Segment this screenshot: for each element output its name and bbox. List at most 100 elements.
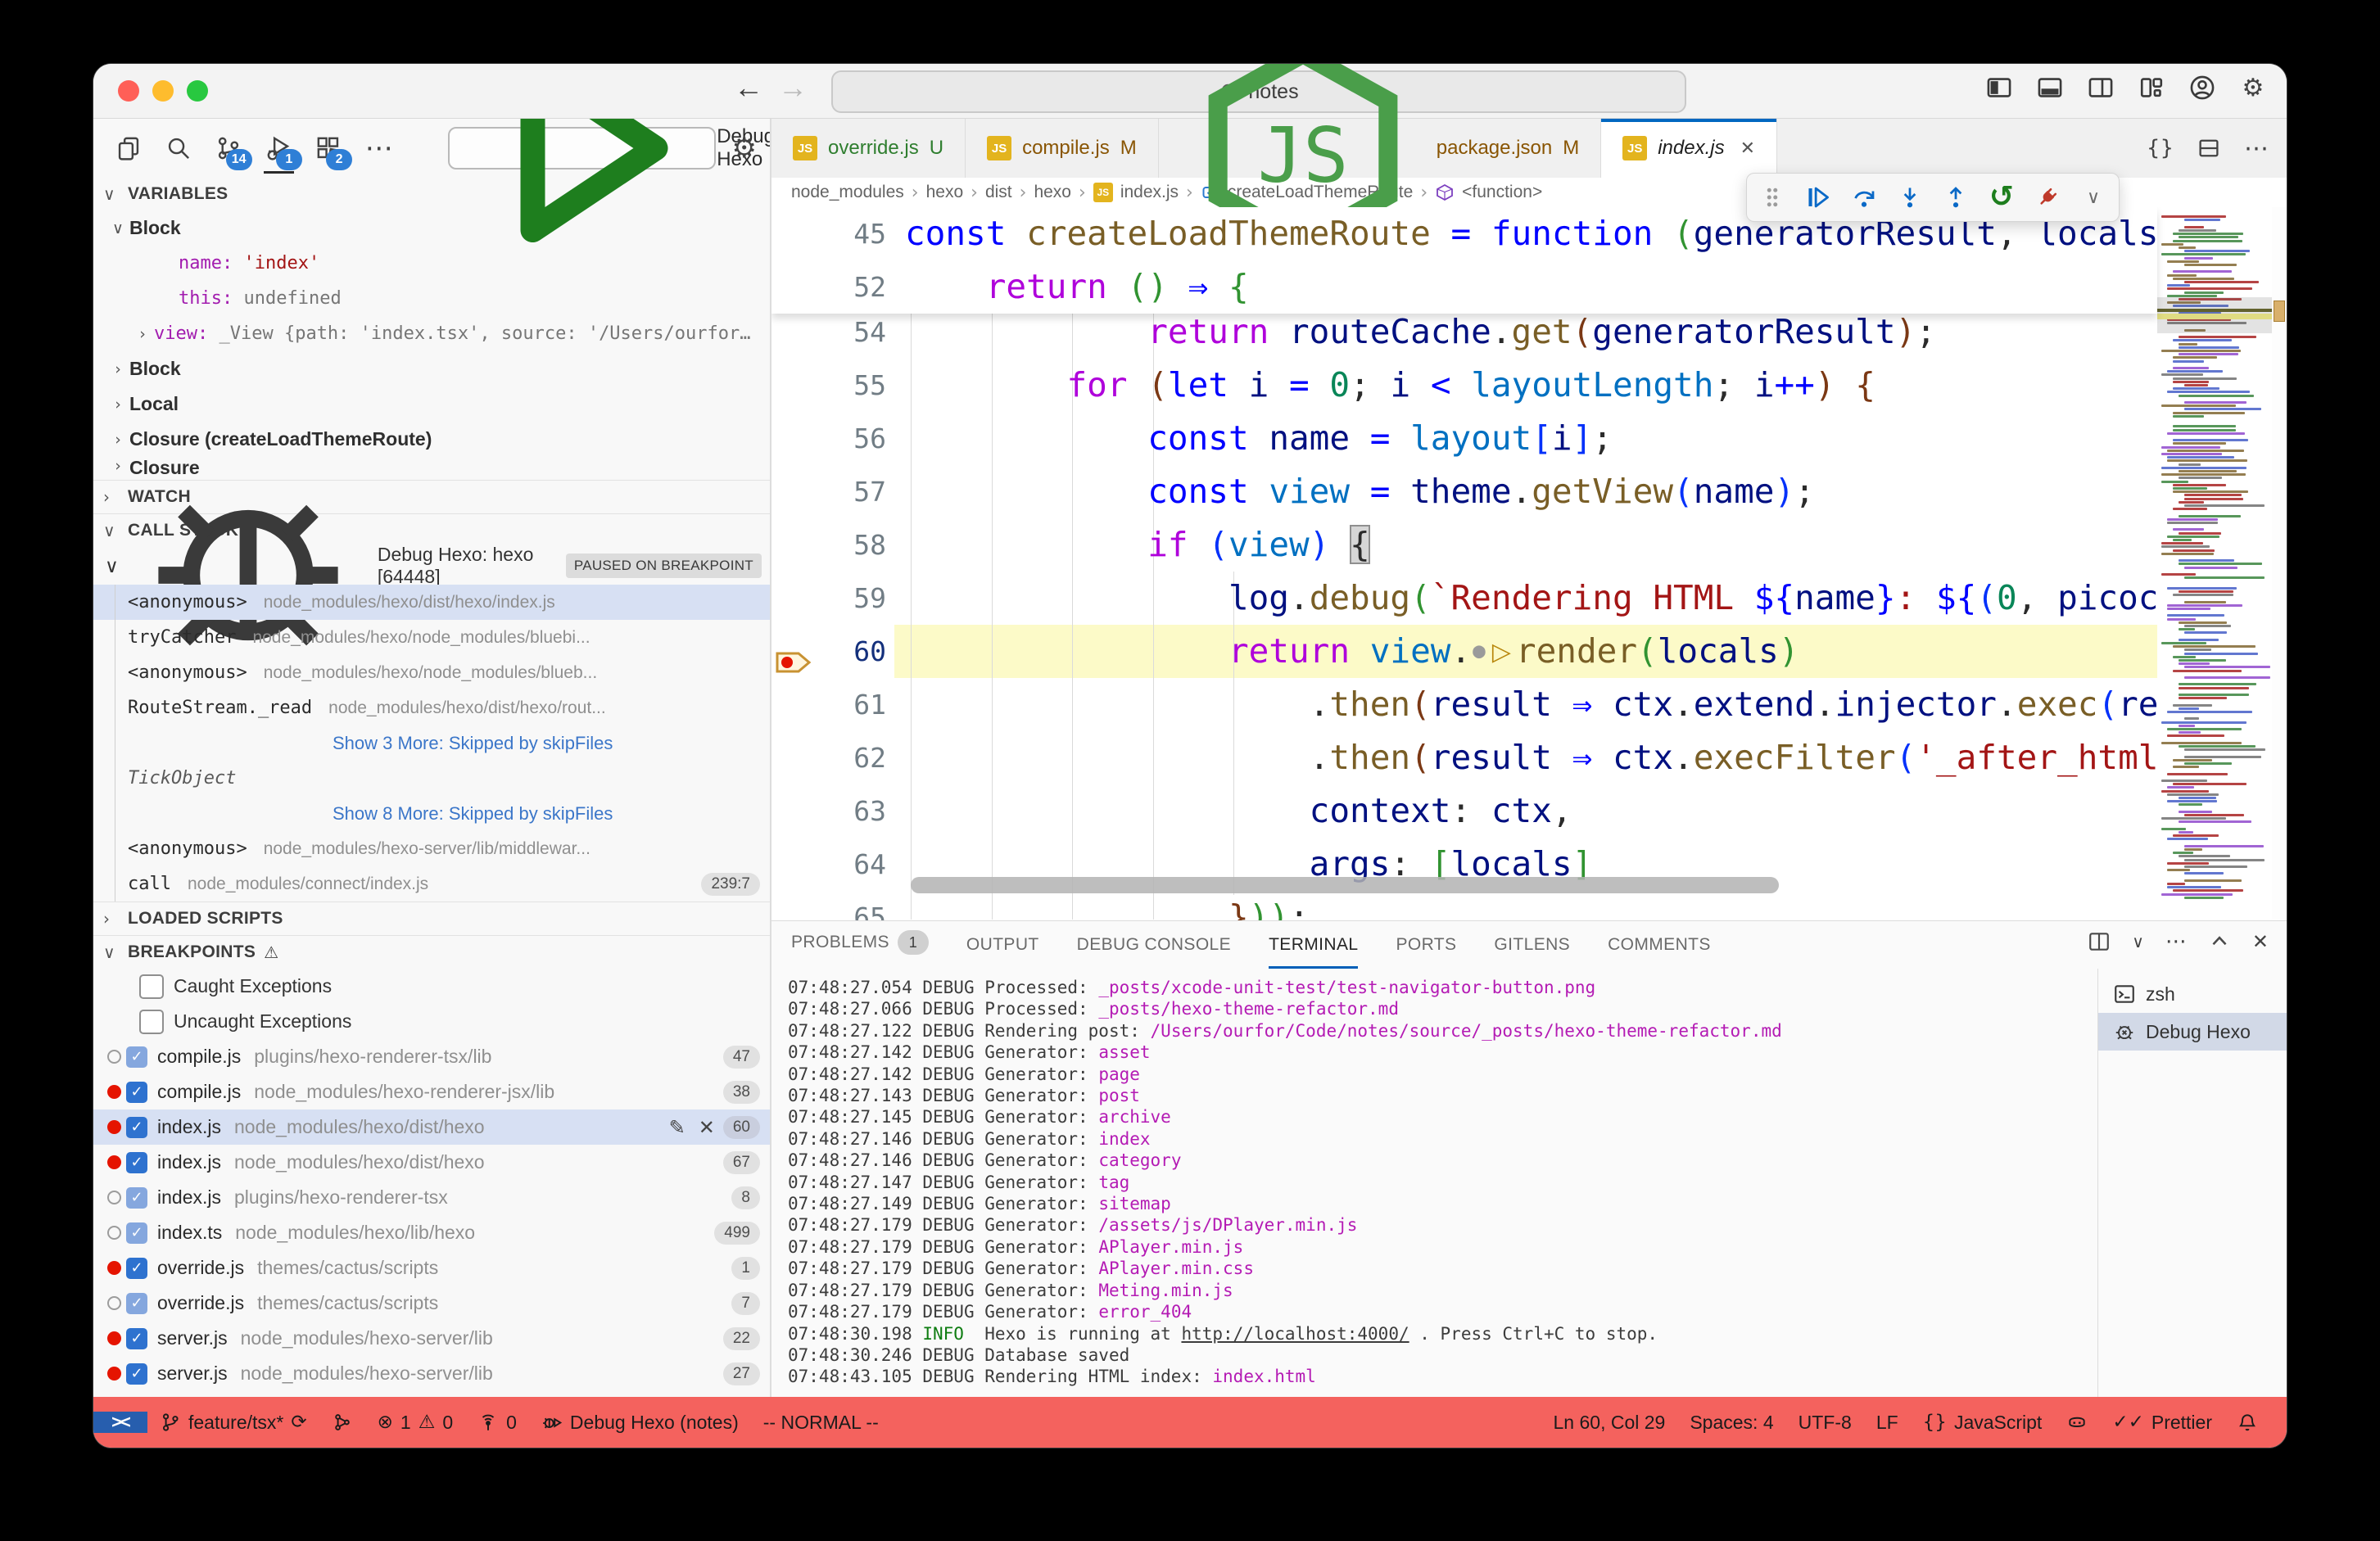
breakpoint-row[interactable]: ✓server.jsnode_modules/hexo-server/lib27 (93, 1356, 770, 1391)
ports[interactable]: 0 (465, 1397, 529, 1448)
minimize-window-button[interactable] (152, 80, 174, 102)
checkbox[interactable]: ✓ (126, 1258, 147, 1279)
settings-button[interactable]: ⚙ (2239, 74, 2267, 102)
breadcrumb-function[interactable]: <function> (1462, 183, 1542, 202)
activity-item-search[interactable] (161, 131, 195, 165)
session-zsh[interactable]: zsh (2098, 975, 2287, 1013)
checkbox[interactable]: ✓ (126, 1363, 147, 1385)
checkbox[interactable] (139, 1010, 164, 1034)
breakpoint-row[interactable]: ✓index.jsnode_modules/hexo/dist/hexo✎✕60 (93, 1109, 770, 1145)
checkbox[interactable]: ✓ (126, 1293, 147, 1314)
panel-tab-comments[interactable]: COMMENTS (1608, 935, 1711, 969)
breadcrumb-item[interactable]: node_modules (791, 183, 904, 202)
breakpoint-row[interactable]: ✓index.jsplugins/hexo-renderer-tsx8 (93, 1180, 770, 1215)
restart-button[interactable]: ↺ (1988, 183, 2016, 211)
tab-index-js[interactable]: JSindex.js✕ (1601, 119, 1777, 178)
step-into-button[interactable] (1896, 183, 1924, 211)
panel-tab-terminal[interactable]: TERMINAL (1269, 935, 1358, 969)
zoom-window-button[interactable] (187, 80, 208, 102)
terminal-output[interactable]: 07:48:27.054 DEBUG Processed: _posts/xco… (771, 969, 2097, 1397)
panel-tab-ports[interactable]: PORTS (1396, 935, 1456, 969)
disconnect-button[interactable] (2034, 183, 2061, 211)
forward-button[interactable]: → (775, 70, 811, 105)
stack-frame-row[interactable]: Show 8 More: Skipped by skipFiles (93, 796, 770, 831)
stack-frame-row[interactable]: <anonymous>node_modules/hexo/node_module… (93, 655, 770, 690)
notifications[interactable] (2224, 1397, 2270, 1448)
step-over-button[interactable] (1850, 183, 1878, 211)
checkbox[interactable]: ✓ (126, 1046, 147, 1068)
stack-frame-row[interactable]: <anonymous>node_modules/hexo/dist/hexo/i… (93, 585, 770, 620)
continue-button[interactable] (1804, 183, 1832, 211)
language[interactable]: {}JavaScript (1911, 1397, 2055, 1448)
edit-breakpoint-button[interactable]: ✎ (669, 1116, 685, 1139)
panel-more-actions-button[interactable]: ⋯ (2165, 929, 2187, 954)
activity-item-source-control[interactable]: 14 (211, 131, 245, 165)
breadcrumb-file[interactable]: index.js (1120, 183, 1179, 202)
exception-toggle-row[interactable]: Uncaught Exceptions (93, 1004, 770, 1039)
activity-item-more[interactable]: ⋯ (362, 131, 396, 165)
step-out-button[interactable] (1942, 183, 1970, 211)
activity-item-extensions[interactable]: 2 (312, 131, 346, 165)
stack-frame-row[interactable]: Show 3 More: Skipped by skipFiles (93, 725, 770, 761)
breakpoint-paused-icon[interactable] (775, 638, 812, 664)
run-config-dropdown[interactable]: Debug Hexo∨ (448, 127, 715, 169)
activity-item-explorer[interactable] (111, 131, 145, 165)
copilot[interactable] (2054, 1397, 2100, 1448)
toggle-secondary-sidebar-button[interactable] (2087, 74, 2115, 102)
variable-row[interactable]: ›view: _View {path: 'index.tsx', source:… (93, 316, 770, 351)
formatter[interactable]: ✓✓Prettier (2100, 1397, 2224, 1448)
breakpoint-row[interactable]: ✓server.jsnode_modules/hexo-server/lib22 (93, 1321, 770, 1356)
skipped-frames-link[interactable]: Show 8 More: Skipped by skipFiles (128, 803, 613, 825)
panel-tab-gitlens[interactable]: GITLENS (1494, 935, 1570, 969)
session-debug-hexo[interactable]: Debug Hexo (2098, 1013, 2287, 1051)
breakpoint-row[interactable]: ✓index.jsnode_modules/hexo/dist/hexo67 (93, 1145, 770, 1180)
close-tab-button[interactable]: ✕ (1740, 138, 1755, 159)
stack-frame-row[interactable]: TickObject (93, 761, 770, 796)
more-actions-button[interactable]: ⋯ (2244, 134, 2269, 163)
panel-tab-debug-console[interactable]: DEBUG CONSOLE (1077, 935, 1231, 969)
section-header-breakpoints[interactable]: ∨BREAKPOINTS⚠ (93, 935, 770, 969)
checkbox[interactable]: ✓ (126, 1187, 147, 1209)
editor[interactable]: 54return routeCache.get(generatorResult)… (771, 207, 2287, 920)
tab-compile-js[interactable]: JScompile.jsM (966, 119, 1159, 178)
activity-item-run-and-debug[interactable]: 1 (262, 131, 296, 165)
stack-frame-row[interactable]: callnode_modules/connect/index.js239:7 (93, 866, 770, 902)
chevron-down-icon[interactable]: ∨ (2132, 932, 2144, 951)
back-button[interactable]: ← (731, 70, 767, 105)
vim-mode[interactable]: -- NORMAL -- (751, 1397, 891, 1448)
checkbox[interactable] (139, 974, 164, 999)
encoding[interactable]: UTF-8 (1786, 1397, 1864, 1448)
checkbox[interactable]: ✓ (126, 1222, 147, 1244)
checkbox[interactable]: ✓ (126, 1328, 147, 1349)
breadcrumbs-toggle-button[interactable]: {} (2147, 136, 2174, 160)
debug-session[interactable]: Debug Hexo (notes) (529, 1397, 751, 1448)
split-editor-button[interactable] (2197, 136, 2221, 160)
git-branch[interactable]: feature/tsx*⟳ (147, 1397, 319, 1448)
launch-profile-button[interactable] (2088, 930, 2111, 953)
skipped-frames-link[interactable]: Show 3 More: Skipped by skipFiles (128, 733, 613, 754)
breakpoint-row[interactable]: ✓index.tsnode_modules/hexo/lib/hexo499 (93, 1215, 770, 1250)
variable-row[interactable]: name: 'index' (93, 246, 770, 281)
cursor-position[interactable]: Ln 60, Col 29 (1541, 1397, 1678, 1448)
tab-package-json[interactable]: JSpackage.jsonM (1159, 119, 1601, 178)
stack-frame-row[interactable]: <anonymous>node_modules/hexo-server/lib/… (93, 831, 770, 866)
checkbox[interactable]: ✓ (126, 1082, 147, 1103)
breadcrumb-item[interactable]: hexo (926, 183, 964, 202)
breakpoint-row[interactable]: ✓compile.jsplugins/hexo-renderer-tsx/lib… (93, 1039, 770, 1074)
breadcrumb-item[interactable]: dist (985, 183, 1012, 202)
panel-tab-output[interactable]: OUTPUT (966, 935, 1039, 969)
exception-toggle-row[interactable]: Caught Exceptions (93, 969, 770, 1004)
section-header-variables[interactable]: ∨VARIABLES (93, 178, 770, 210)
debug-settings-gear[interactable]: ⚙ (732, 132, 757, 165)
toggle-primary-sidebar-button[interactable] (1985, 74, 2013, 102)
panel-tab-problems[interactable]: PROBLEMS1 (791, 930, 929, 969)
section-header-loaded-scripts[interactable]: ›LOADED SCRIPTS (93, 902, 770, 935)
problems[interactable]: ⊗1⚠0 (365, 1397, 466, 1448)
maximize-panel-button[interactable] (2208, 930, 2231, 953)
variable-row[interactable]: this: undefined (93, 281, 770, 316)
variable-row[interactable]: ›Block (93, 351, 770, 386)
stack-frame-row[interactable]: RouteStream._readnode_modules/hexo/dist/… (93, 690, 770, 725)
tab-override-js[interactable]: JSoverride.jsU (771, 119, 966, 178)
commit-graph[interactable] (319, 1397, 365, 1448)
breadcrumb-item[interactable]: hexo (1034, 183, 1071, 202)
